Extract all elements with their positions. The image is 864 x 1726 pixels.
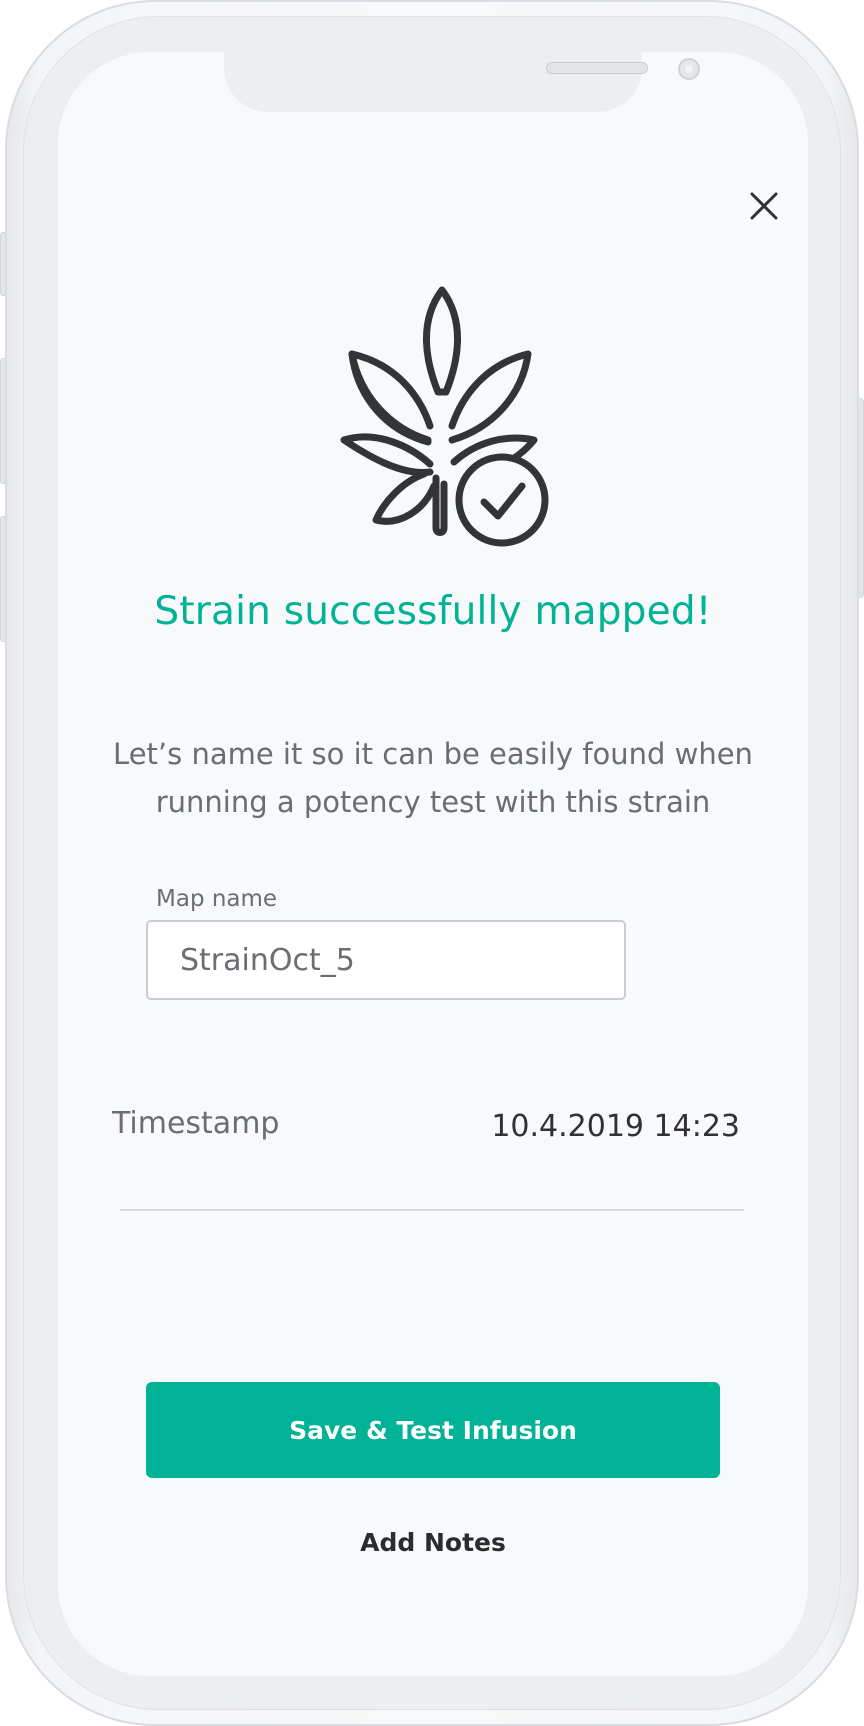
map-name-label: Map name [156,886,278,912]
success-description: Let’s name it so it can be easily found … [113,737,753,819]
notch [224,52,700,112]
timestamp-value: 10.4.2019 14:23 [491,1109,740,1144]
timestamp-label: Timestamp [112,1106,280,1141]
cannabis-leaf-check-icon [340,286,549,547]
success-title: Strain successfully mapped! [154,589,712,634]
close-button[interactable] [736,178,792,234]
app-screen: Strain successfully mapped! Let’s name i… [58,52,808,1676]
map-name-input[interactable] [146,920,626,1000]
add-notes-button[interactable]: Add Notes [283,1520,583,1564]
divider [120,1209,744,1211]
speaker-grille [546,62,648,74]
close-icon [750,192,778,220]
front-camera [678,58,700,80]
save-and-test-infusion-button[interactable]: Save & Test Infusion [146,1382,720,1478]
